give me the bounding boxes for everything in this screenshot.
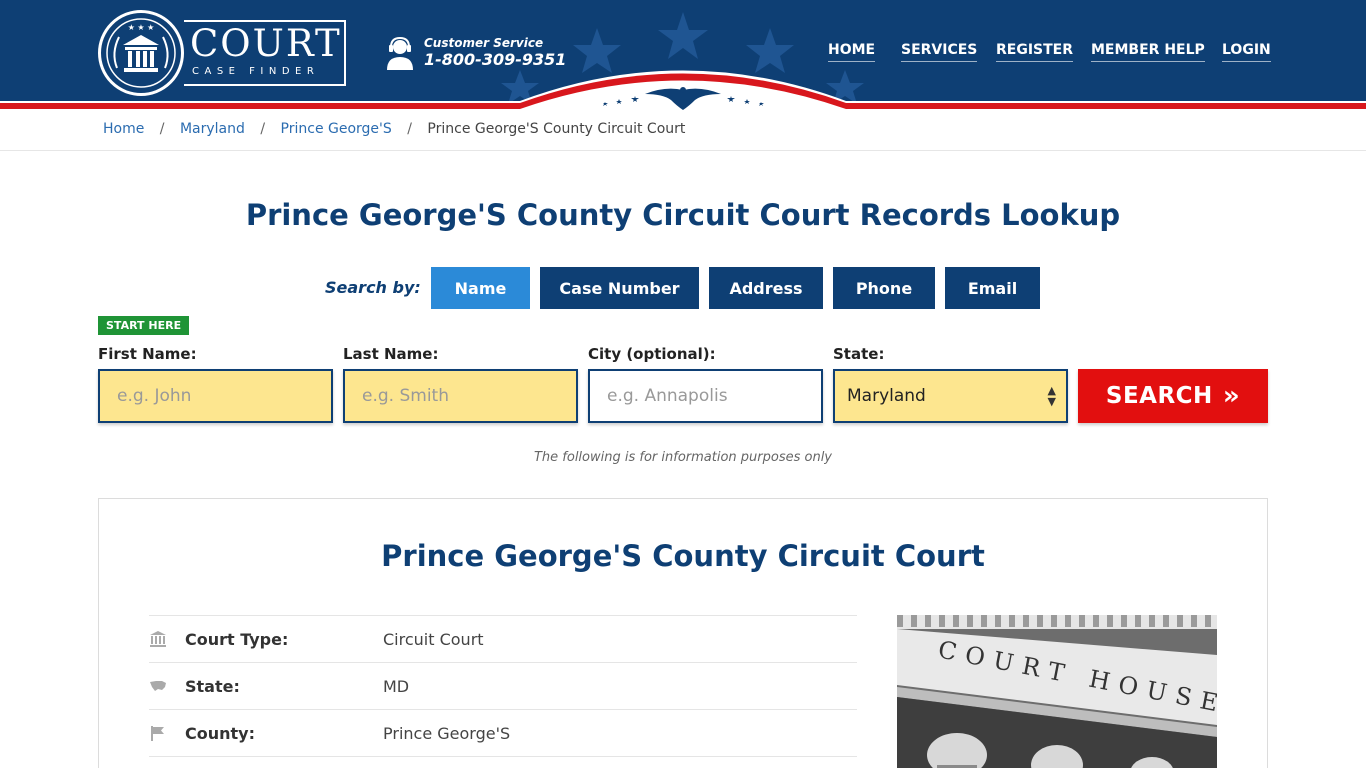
nav-home[interactable]: HOME bbox=[828, 42, 876, 62]
tab-case-number[interactable]: Case Number bbox=[540, 267, 699, 309]
page-title: Prince George'S County Circuit Court Rec… bbox=[245, 198, 1121, 232]
breadcrumb-separator: / bbox=[407, 121, 412, 137]
breadcrumb-state[interactable]: Maryland bbox=[180, 121, 245, 137]
court-type-value: Circuit Court bbox=[383, 630, 484, 649]
county-value: Prince George'S bbox=[383, 724, 511, 743]
city-label: City (optional): bbox=[588, 345, 716, 363]
updown-arrow-icon: ▲ ▼ bbox=[1047, 384, 1056, 408]
nav-member-help[interactable]: MEMBER HELP bbox=[1091, 42, 1205, 62]
breadcrumb-separator: / bbox=[159, 121, 165, 137]
court-title: Prince George'S County Circuit Court bbox=[381, 539, 985, 573]
eagle-icon bbox=[603, 87, 764, 110]
county-label: County: bbox=[185, 724, 255, 743]
tab-email[interactable]: Email bbox=[945, 267, 1040, 309]
logo-subtitle: CASE FINDER bbox=[192, 66, 320, 77]
city-input[interactable]: e.g. Annapolis bbox=[588, 369, 823, 423]
nav-login[interactable]: LOGIN bbox=[1222, 42, 1271, 62]
first-name-label: First Name: bbox=[98, 345, 197, 363]
site-logo[interactable]: ★ ★ ★ COURT CASE FINDER bbox=[98, 10, 346, 96]
state-value: MD bbox=[383, 677, 410, 696]
row-divider bbox=[149, 756, 857, 768]
first-name-input[interactable]: e.g. John bbox=[98, 369, 333, 423]
search-button-label: SEARCH bbox=[1105, 383, 1213, 409]
court-info-card: Prince George'S County Circuit Court Cou… bbox=[98, 498, 1268, 768]
svg-text:★ ★ ★: ★ ★ ★ bbox=[128, 23, 155, 32]
breadcrumb: Home / Maryland / Prince George'S / Prin… bbox=[103, 121, 685, 137]
customer-service-label: Customer Service bbox=[424, 36, 544, 50]
court-type-label: Court Type: bbox=[185, 630, 289, 649]
site-header: ★ ★ ★ COURT CASE FINDER Customer Service… bbox=[0, 0, 1366, 112]
court-type-row: Court Type: Circuit Court bbox=[149, 615, 857, 662]
flag-icon bbox=[151, 726, 164, 741]
breadcrumb-home[interactable]: Home bbox=[103, 121, 144, 137]
breadcrumb-separator: / bbox=[260, 121, 266, 137]
state-select-value: Maryland bbox=[847, 386, 926, 406]
logo-emblem: ★ ★ ★ bbox=[98, 10, 184, 96]
state-row: State: MD bbox=[149, 662, 857, 709]
logo-title: COURT bbox=[190, 22, 342, 65]
building-icon bbox=[150, 631, 166, 647]
breadcrumb-county[interactable]: Prince George'S bbox=[281, 121, 392, 137]
state-label-row: State: bbox=[185, 677, 240, 696]
start-here-badge: START HERE bbox=[98, 316, 190, 335]
customer-service-phone[interactable]: 1-800-309-9351 bbox=[424, 50, 566, 69]
breadcrumb-current: Prince George'S County Circuit Court bbox=[427, 121, 686, 137]
state-label: State: bbox=[833, 345, 885, 363]
double-chevron-right-icon: » bbox=[1222, 381, 1241, 411]
usa-map-icon bbox=[150, 681, 166, 691]
last-name-input[interactable]: e.g. Smith bbox=[343, 369, 578, 423]
last-name-label: Last Name: bbox=[343, 345, 439, 363]
headset-icon bbox=[387, 36, 413, 70]
info-note: The following is for information purpose… bbox=[533, 450, 833, 465]
search-by-label: Search by: bbox=[325, 278, 421, 297]
county-row: County: Prince George'S bbox=[149, 709, 857, 756]
tab-name[interactable]: Name bbox=[431, 267, 530, 309]
tab-phone[interactable]: Phone bbox=[833, 267, 935, 309]
courthouse-photo: COURT HOUSE bbox=[897, 615, 1217, 768]
nav-register[interactable]: REGISTER bbox=[996, 42, 1074, 62]
state-select[interactable]: Maryland ▲ ▼ bbox=[833, 369, 1068, 423]
nav-services[interactable]: SERVICES bbox=[901, 42, 978, 62]
search-button[interactable]: SEARCH » bbox=[1078, 369, 1268, 423]
breadcrumb-divider bbox=[0, 150, 1366, 151]
tab-address[interactable]: Address bbox=[709, 267, 823, 309]
